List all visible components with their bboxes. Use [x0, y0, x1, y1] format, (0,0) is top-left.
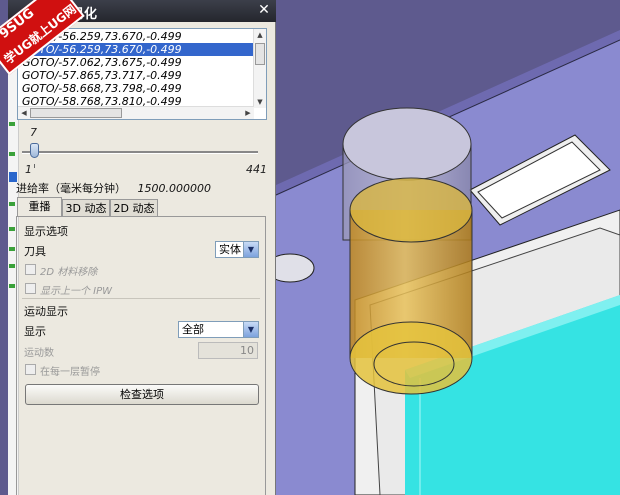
- section-divider: [22, 298, 260, 299]
- strip-marker: [9, 264, 15, 268]
- list-item[interactable]: GOTO/-58.668,73.798,-0.499: [22, 82, 182, 95]
- animation-slider-thumb[interactable]: [30, 143, 39, 158]
- close-icon[interactable]: ✕: [256, 2, 272, 18]
- motion-display-value: 全部: [182, 323, 204, 336]
- motion-display-heading: 运动显示: [24, 305, 68, 318]
- list-horizontal-scrollbar[interactable]: ◀ ▶: [18, 106, 254, 119]
- chevron-down-icon[interactable]: ▼: [243, 242, 258, 257]
- scroll-down-icon[interactable]: ▼: [255, 97, 265, 107]
- motion-count-field[interactable]: 10: [198, 342, 258, 359]
- slider-tick: [34, 164, 35, 168]
- slider-current-value: 7: [30, 126, 37, 139]
- feed-rate-label: 进给率（毫米每分钟）: [16, 182, 126, 195]
- feed-rate-value: 1500.000000: [137, 182, 211, 195]
- strip-marker: [9, 227, 15, 231]
- strip-marker: [9, 247, 15, 251]
- scroll-thumb[interactable]: [30, 108, 122, 118]
- scroll-right-icon[interactable]: ▶: [243, 108, 253, 118]
- tab-replay[interactable]: 重播: [17, 197, 62, 216]
- strip-marker: [9, 202, 15, 206]
- pause-each-layer-label: 在每一层暂停: [40, 367, 100, 378]
- strip-marker: [9, 284, 15, 288]
- show-previous-ipw-label: 显示上一个 IPW: [40, 286, 113, 297]
- tool-display-value: 实体: [219, 243, 241, 256]
- display-label: 显示: [24, 325, 46, 338]
- material-removal-2d-checkbox[interactable]: [25, 264, 36, 275]
- scroll-left-icon[interactable]: ◀: [19, 108, 29, 118]
- feed-rate-row: 进给率（毫米每分钟） 1500.000000: [16, 180, 211, 196]
- material-removal-2d-label: 2D 材料移除: [40, 267, 98, 278]
- tool-label: 刀具: [24, 245, 46, 258]
- animation-slider-track[interactable]: [22, 151, 258, 154]
- slider-min-label: 1: [25, 163, 32, 176]
- motion-count-label: 运动数: [24, 348, 54, 359]
- check-options-button[interactable]: 检查选项: [25, 384, 259, 405]
- cutting-tool: [349, 177, 473, 395]
- tool-display-select[interactable]: 实体 ▼: [215, 241, 259, 258]
- motion-display-select[interactable]: 全部 ▼: [178, 321, 259, 338]
- tab-2d-dynamic[interactable]: 2D 动态: [110, 199, 158, 216]
- display-options-heading: 显示选项: [24, 225, 68, 238]
- scroll-thumb[interactable]: [255, 43, 265, 65]
- chevron-down-icon[interactable]: ▼: [243, 322, 258, 337]
- show-previous-ipw-checkbox[interactable]: [25, 283, 36, 294]
- scroll-up-icon[interactable]: ▲: [255, 30, 265, 40]
- pause-each-layer-checkbox[interactable]: [25, 364, 36, 375]
- list-item[interactable]: GOTO/-57.062,73.675,-0.499: [22, 56, 182, 69]
- strip-marker: [9, 122, 15, 126]
- list-item-selected[interactable]: GOTO/-56.259,73.670,-0.499: [18, 43, 260, 56]
- list-item[interactable]: GOTO/-57.865,73.717,-0.499: [22, 69, 182, 82]
- strip-marker: [9, 152, 15, 156]
- list-vertical-scrollbar[interactable]: ▲ ▼: [253, 29, 266, 108]
- tab-3d-dynamic[interactable]: 3D 动态: [62, 199, 110, 216]
- slider-max-label: 441: [246, 163, 267, 176]
